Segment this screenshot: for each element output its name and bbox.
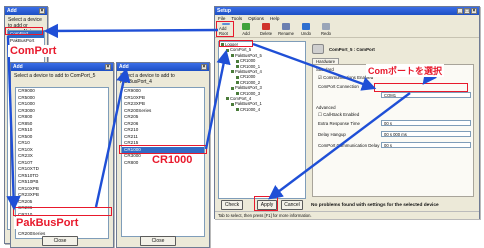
redo-icon xyxy=(322,23,330,30)
highlight-cr1000-item xyxy=(119,145,207,154)
status-bar: Tab to select, then press [F1] for more … xyxy=(215,211,479,219)
rename-label: Rename xyxy=(278,31,294,36)
arrow-addroot-to-list xyxy=(43,23,219,39)
highlight-pakbusport-item xyxy=(13,207,112,216)
close-button[interactable]: Close xyxy=(42,236,78,246)
close-button[interactable]: Close xyxy=(140,236,176,246)
add-dialog-titlebar: Add × xyxy=(5,7,47,15)
rename-icon xyxy=(282,23,290,30)
menu-bar: File Tools Options Help xyxy=(215,15,479,22)
network-tree[interactable]: Logger ComPort_5 PakBusPort_5 CR1000 CR1000_… xyxy=(218,41,306,199)
add-icon xyxy=(242,23,250,30)
setup-window: Setup _ □ × File Tools Options Help Add … xyxy=(214,6,480,219)
redo-label: Redo xyxy=(320,31,331,36)
add-dialog-title: Add xyxy=(7,8,17,14)
callout-pakbusport: PakBusPort xyxy=(14,217,81,229)
highlight-add-root-tool xyxy=(216,21,234,37)
validation-message: No problems found with settings for the … xyxy=(311,203,439,208)
menu-help[interactable]: Help xyxy=(270,15,279,22)
device-header: ComPort_5 : ComPort xyxy=(329,47,375,52)
highlight-apply-button xyxy=(254,196,278,211)
rename-button[interactable]: Rename xyxy=(278,23,294,36)
delete-icon xyxy=(262,23,270,30)
tree-node-label: PakBusPort_3 xyxy=(235,85,262,91)
device-node-icon xyxy=(231,86,234,90)
tree-node-label: CR1000 xyxy=(240,74,256,80)
device-node-icon xyxy=(236,91,239,95)
redo-button[interactable]: Redo xyxy=(319,23,333,36)
device-icon xyxy=(312,44,324,54)
tree-node-label: PakBusPort_5 xyxy=(235,52,262,58)
close-icon[interactable]: × xyxy=(471,8,477,14)
highlight-comport-field xyxy=(374,83,468,92)
device-node-icon xyxy=(231,70,234,74)
communications-enabled-checkbox[interactable]: ☑ Communications Enabled xyxy=(318,75,373,81)
section-advanced: Advanced xyxy=(316,105,336,110)
close-icon[interactable]: × xyxy=(201,64,207,70)
toolbar: Add Root Add Delete Rename Undo Redo xyxy=(215,22,479,38)
add-button[interactable]: Add xyxy=(239,23,253,36)
tree-node-label: PakBusPort_1 xyxy=(235,101,262,107)
add-dialog-titlebar: Add × xyxy=(11,63,113,71)
device-node-icon xyxy=(226,48,229,52)
extra-response-time-field[interactable]: 00 s xyxy=(381,120,471,126)
tree-node-label: CR1000_2 xyxy=(240,79,261,85)
tree-node-label: ComPort_4 xyxy=(230,95,252,101)
call-back-enabled-checkbox[interactable]: ☐ Call-Back Enabled xyxy=(318,112,359,118)
setup-title: Setup xyxy=(217,8,231,14)
comport-delay-label: ComPort Communication Delay xyxy=(318,143,380,148)
maximize-icon[interactable]: □ xyxy=(464,8,470,14)
tree-node-label: ComPort_5 xyxy=(230,47,252,53)
delay-hangup-label: Delay Hangup xyxy=(318,132,346,137)
device-node-icon xyxy=(236,64,239,68)
undo-label: Undo xyxy=(300,31,311,36)
minimize-icon[interactable]: _ xyxy=(457,8,463,14)
device-node-icon xyxy=(236,81,239,85)
delete-label: Delete xyxy=(259,31,273,36)
close-icon[interactable]: × xyxy=(105,64,111,70)
comport-connection-label: ComPort Connection xyxy=(318,84,359,89)
device-node-icon xyxy=(226,97,229,101)
tree-node-label: PakBusPort_4 xyxy=(235,68,262,74)
tree-node[interactable]: CR1000_4 xyxy=(219,107,305,112)
add-dialog-prompt: Select a device to add to PakBusPort_4 xyxy=(120,73,175,85)
add-dialog-title: Add xyxy=(119,64,129,70)
tree-node-label: CR1000 xyxy=(240,58,256,64)
list-item[interactable]: PakBusPort xyxy=(8,38,44,45)
comport-delay-field[interactable]: 00 s xyxy=(381,142,471,148)
highlight-comport-item xyxy=(5,27,43,35)
setup-titlebar: Setup _ □ × xyxy=(215,7,479,15)
call-back-enabled-label: Call-Back Enabled xyxy=(323,112,360,117)
add-dialog-prompt: Select a device to add to ComPort_5 xyxy=(14,73,96,79)
callout-comport-select: Comポートを選択 xyxy=(366,64,444,77)
add-dialog-titlebar: Add × xyxy=(117,63,209,71)
device-node-icon xyxy=(231,54,234,58)
section-standard: Standard xyxy=(316,67,334,72)
undo-button[interactable]: Undo xyxy=(299,23,313,36)
tree-node-label: CR1000_1 xyxy=(240,63,261,69)
device-node-icon xyxy=(236,108,239,112)
delay-hangup-field[interactable]: 00 s 000 ms xyxy=(381,131,471,137)
cancel-button[interactable]: Cancel xyxy=(281,200,303,210)
callout-comport: ComPort xyxy=(8,45,59,57)
comport-connection-select[interactable]: COM1 xyxy=(381,92,471,98)
delete-button[interactable]: Delete xyxy=(259,23,273,36)
device-node-icon xyxy=(236,75,239,79)
extra-response-time-label: Extra Response Time xyxy=(318,121,360,126)
device-node-icon xyxy=(231,102,234,106)
check-button[interactable]: Check xyxy=(221,200,243,210)
undo-icon xyxy=(302,23,310,30)
highlight-tree-comport xyxy=(219,40,253,47)
tree-node-label: CR1000_3 xyxy=(240,90,261,96)
device-node-icon xyxy=(236,59,239,63)
callout-cr1000: CR1000 xyxy=(150,154,195,166)
add-label: Add xyxy=(242,31,250,36)
menu-options[interactable]: Options xyxy=(248,15,264,22)
close-icon[interactable]: × xyxy=(39,8,45,14)
add-dialog-title: Add xyxy=(13,64,23,70)
tree-node-label: CR1000_4 xyxy=(240,106,261,112)
